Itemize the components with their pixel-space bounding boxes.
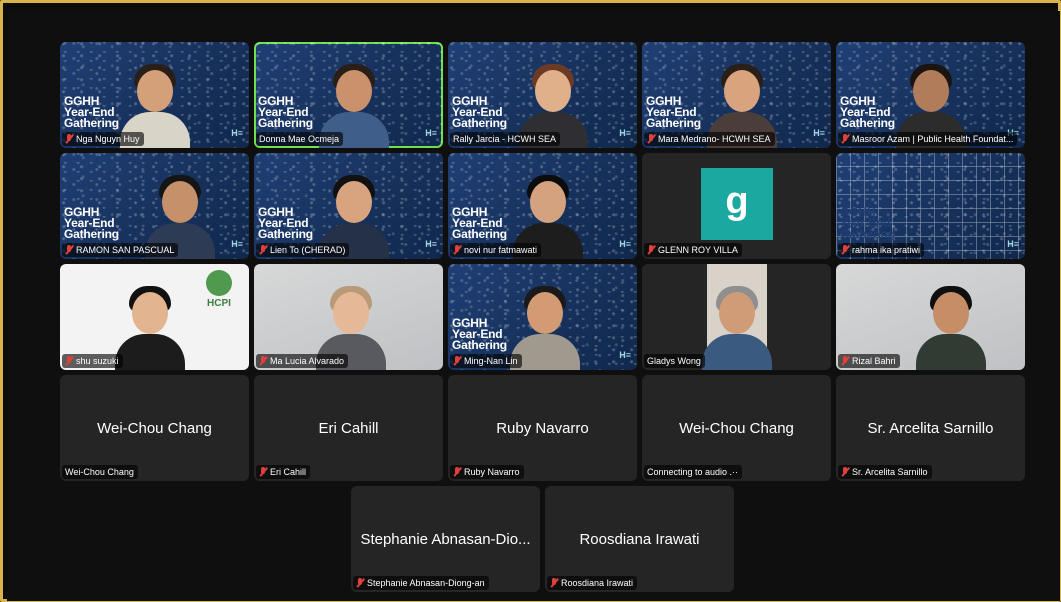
event-banner: GGHH Year-End Gathering bbox=[64, 94, 119, 130]
participant-tile[interactable]: GGHHYear-EndGathering H≡ Masroor Azam | … bbox=[836, 42, 1025, 148]
muted-mic-icon bbox=[550, 578, 559, 588]
participant-tile-video-off[interactable]: Wei-Chou Chang Connecting to audio .·· bbox=[642, 375, 831, 481]
participant-display-name: Ruby Navarro bbox=[496, 420, 589, 437]
participant-name-label: Rally Jarcia - HCWH SEA bbox=[450, 132, 561, 146]
participant-display-name: Eri Cahill bbox=[318, 420, 379, 437]
participant-name-label: Nga Nguyn Huy bbox=[62, 132, 144, 146]
event-banner: GGHH Year-End Gathering bbox=[64, 205, 119, 241]
participant-tile[interactable]: GGHH Year-End Gathering H≡ novi nur fatmaw… bbox=[448, 153, 637, 259]
participant-tile[interactable]: Ma Lucia Alvarado bbox=[254, 264, 443, 370]
event-banner: GGHH Year-End Gathering bbox=[452, 205, 507, 241]
brand-logo: H≡ bbox=[231, 128, 243, 138]
muted-mic-icon bbox=[259, 245, 268, 255]
participant-tile[interactable]: GGHH Year-End Gathering H≡ Rally Jarcia - … bbox=[448, 42, 637, 148]
participant-tile[interactable]: GGHH Year-End Gathering H≡ Mara Medrano- H… bbox=[642, 42, 831, 148]
participant-name-label: Ming-Nan Lin bbox=[450, 354, 522, 368]
brand-logo: H≡ bbox=[425, 239, 437, 249]
participant-name-label: shu suzuki bbox=[62, 354, 123, 368]
participant-display-name: Wei-Chou Chang bbox=[679, 420, 794, 437]
participant-tile-video-off[interactable]: Ruby Navarro Ruby Navarro bbox=[448, 375, 637, 481]
participant-tile-video-off[interactable]: g GLENN ROY VILLA bbox=[642, 153, 831, 259]
participant-name-label: Stephanie Abnasan-Diong-an bbox=[353, 576, 489, 590]
event-banner: GGHH Year-End Gathering bbox=[258, 94, 313, 130]
participant-tile[interactable]: GGHH Year-End Gathering H≡ Ming-Nan Lin bbox=[448, 264, 637, 370]
event-banner: GGHH Year-End Gathering bbox=[452, 316, 507, 352]
meeting-window-frame: GGHH Year-End Gathering H≡ Nga Nguyn Huy G… bbox=[0, 0, 1061, 602]
participant-tile-video-off[interactable]: Eri Cahill Eri Cahill bbox=[254, 375, 443, 481]
brand-logo: H≡ bbox=[425, 128, 437, 138]
brand-logo: H≡ bbox=[619, 239, 631, 249]
participant-name-label: Masroor Azam | Public Health Foundat... bbox=[838, 132, 1018, 146]
participant-video bbox=[702, 264, 772, 370]
event-banner: GGHH Year-End Gathering bbox=[840, 94, 895, 130]
participant-tile[interactable]: GGHH Year-End Gathering H≡ RAMON SAN PASCU… bbox=[60, 153, 249, 259]
muted-mic-icon bbox=[841, 356, 850, 366]
muted-mic-icon bbox=[841, 134, 850, 144]
participant-tile-video-off[interactable]: Stephanie Abnasan-Dio... Stephanie Abnas… bbox=[351, 486, 540, 592]
connecting-audio-label: Connecting to audio .·· bbox=[644, 465, 743, 479]
muted-mic-icon bbox=[65, 134, 74, 144]
participant-name-label: Donna Mae Ocmeja bbox=[256, 132, 344, 146]
participant-tile-video-off[interactable]: Sr. Arcelita Sarnillo Sr. Arcelita Sarni… bbox=[836, 375, 1025, 481]
muted-mic-icon bbox=[453, 245, 462, 255]
muted-mic-icon bbox=[647, 245, 656, 255]
participant-name-label: Ruby Navarro bbox=[450, 465, 524, 479]
participant-name-label: Gladys Wong bbox=[644, 354, 705, 368]
muted-mic-icon bbox=[647, 134, 656, 144]
participant-tile[interactable]: Rizal Bahri bbox=[836, 264, 1025, 370]
participant-name-label: RAMON SAN PASCUAL bbox=[62, 243, 179, 257]
participant-tile-video-off[interactable]: Wei-Chou Chang Wei-Chou Chang bbox=[60, 375, 249, 481]
brand-logo: H≡ bbox=[1007, 239, 1019, 249]
brand-logo: H≡ bbox=[619, 350, 631, 360]
participant-display-name: Sr. Arcelita Sarnillo bbox=[867, 420, 994, 437]
participant-tile[interactable]: Gladys Wong bbox=[642, 264, 831, 370]
muted-mic-icon bbox=[65, 356, 74, 366]
participant-tile-video-off[interactable]: Roosdiana Irawati Roosdiana Irawati bbox=[545, 486, 734, 592]
participant-name-label: novi nur fatmawati bbox=[450, 243, 542, 257]
participant-name-label: GLENN ROY VILLA bbox=[644, 243, 742, 257]
brand-logo: H≡ bbox=[619, 128, 631, 138]
muted-mic-icon bbox=[356, 578, 365, 588]
brand-logo: H≡ bbox=[231, 239, 243, 249]
muted-mic-icon bbox=[453, 356, 462, 366]
participant-name-label: Ma Lucia Alvarado bbox=[256, 354, 349, 368]
participant-name-label: rahma ika pratiwi bbox=[838, 243, 925, 257]
participant-tile-active-speaker[interactable]: GGHH Year-End Gathering H≡ Donna Mae Ocmej… bbox=[254, 42, 443, 148]
participant-name-label: Sr. Arcelita Sarnillo bbox=[838, 465, 932, 479]
participant-tile[interactable]: HCPI shu suzuki bbox=[60, 264, 249, 370]
participant-tile[interactable]: GGHH Year-End Gathering H≡ Nga Nguyn Huy bbox=[60, 42, 249, 148]
tree-icon bbox=[206, 270, 232, 296]
profile-avatar: g bbox=[701, 168, 773, 240]
participant-tile[interactable]: GGHH Year-End Gathering H≡ rahma ika prati… bbox=[836, 153, 1025, 259]
participant-display-name: Stephanie Abnasan-Dio... bbox=[360, 531, 531, 548]
participant-display-name: Roosdiana Irawati bbox=[579, 531, 700, 548]
event-banner: GGHH Year-End Gathering bbox=[452, 94, 507, 130]
muted-mic-icon bbox=[259, 356, 268, 366]
event-banner: GGHH Year-End Gathering bbox=[840, 205, 895, 241]
participant-name-label: Roosdiana Irawati bbox=[547, 576, 638, 590]
brand-logo: H≡ bbox=[813, 128, 825, 138]
muted-mic-icon bbox=[259, 467, 268, 477]
event-banner: GGHH Year-End Gathering bbox=[258, 205, 313, 241]
muted-mic-icon bbox=[65, 245, 74, 255]
event-banner: GGHH Year-End Gathering bbox=[646, 94, 701, 130]
participant-video bbox=[115, 284, 185, 370]
participant-name-label: Eri Cahill bbox=[256, 465, 311, 479]
muted-mic-icon bbox=[453, 467, 462, 477]
participant-name-label: Mara Medrano- HCWH SEA bbox=[644, 132, 775, 146]
participant-display-name: Wei-Chou Chang bbox=[97, 420, 212, 437]
muted-mic-icon bbox=[841, 467, 850, 477]
hcpi-logo: HCPI bbox=[201, 270, 237, 309]
gallery-view: GGHH Year-End Gathering H≡ Nga Nguyn Huy G… bbox=[7, 11, 1060, 601]
participant-name-label: Lien To (CHERAD) bbox=[256, 243, 350, 257]
participant-name-label: Wei-Chou Chang bbox=[62, 465, 138, 479]
participant-name-label: Rizal Bahri bbox=[838, 354, 900, 368]
participant-tile[interactable]: GGHH Year-End Gathering H≡ Lien To (CHERAD… bbox=[254, 153, 443, 259]
participant-video bbox=[916, 284, 986, 370]
muted-mic-icon bbox=[841, 245, 850, 255]
